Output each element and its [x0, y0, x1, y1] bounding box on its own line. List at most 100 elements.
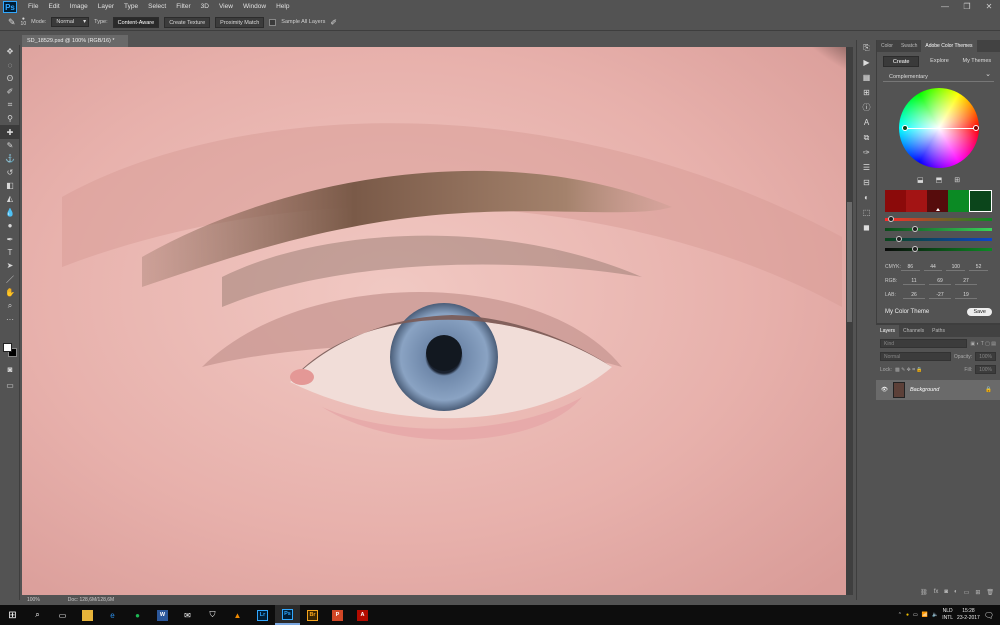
menu-help[interactable]: Help — [271, 0, 294, 14]
tab-paths[interactable]: Paths — [928, 325, 949, 337]
opacity-field[interactable]: 100% — [975, 352, 996, 361]
vertical-scrollbar[interactable] — [846, 47, 853, 595]
edit-toolbar-icon[interactable]: ··· — [0, 313, 20, 326]
adjustments-icon[interactable]: ⊞ — [857, 85, 876, 100]
menu-image[interactable]: Image — [65, 0, 93, 14]
character-icon[interactable]: A — [857, 115, 876, 130]
history-panel-icon[interactable]: ⎘ — [857, 40, 876, 55]
cmyk-y[interactable]: 100 — [946, 264, 966, 271]
image-canvas[interactable] — [22, 47, 846, 595]
lab-a[interactable]: -27 — [929, 292, 951, 299]
foreground-color-swatch[interactable] — [3, 343, 12, 352]
dodge-tool-icon[interactable]: ● — [0, 219, 20, 232]
menu-filter[interactable]: Filter — [171, 0, 195, 14]
lock-icons[interactable]: ▩ ✎ ✥ ⌗ 🔒 — [895, 367, 923, 373]
tray-show-hidden-icon[interactable]: ⌃ — [898, 612, 902, 618]
visibility-eye-icon[interactable]: 👁 — [881, 387, 888, 393]
color-slider-2[interactable] — [885, 226, 992, 232]
acrobat-icon[interactable]: A — [350, 605, 375, 625]
file-explorer-icon[interactable] — [75, 605, 100, 625]
libraries-icon[interactable]: ⊟ — [857, 175, 876, 190]
healing-brush-tool-icon[interactable]: ✚ — [0, 125, 20, 139]
measurement-icon[interactable]: ◼ — [857, 220, 876, 235]
lightroom-icon[interactable]: Lr — [250, 605, 275, 625]
type-tool-icon[interactable]: T — [0, 246, 20, 259]
minimize-button[interactable]: — — [934, 0, 956, 14]
complement-color-handle[interactable] — [973, 125, 979, 131]
color-rule-dropdown[interactable]: Complementary — [883, 70, 994, 82]
color-slider-3[interactable] — [885, 236, 992, 242]
properties-sliders-icon[interactable]: ☰ — [857, 160, 876, 175]
crop-tool-icon[interactable]: ⌗ — [0, 99, 20, 112]
fill-field[interactable]: 100% — [975, 365, 996, 374]
layer-row-background[interactable]: 👁 Background 🔒 — [876, 380, 1000, 400]
menu-layer[interactable]: Layer — [93, 0, 119, 14]
slider-knob[interactable] — [911, 246, 918, 252]
theme-swatch-4[interactable] — [948, 190, 969, 212]
content-aware-button[interactable]: Content-Aware — [112, 16, 160, 28]
new-group-icon[interactable]: ▭ — [964, 589, 970, 596]
hand-tool-icon[interactable]: ✋ — [0, 286, 20, 299]
spotify-icon[interactable]: ● — [125, 605, 150, 625]
theme-swatch-3[interactable] — [927, 190, 948, 212]
rgb-b[interactable]: 27 — [955, 278, 977, 285]
rgb-r[interactable]: 11 — [903, 278, 925, 285]
tab-layers[interactable]: Layers — [876, 325, 900, 337]
slider-knob[interactable] — [911, 226, 918, 232]
word-icon[interactable]: W — [150, 605, 175, 625]
rgb-g[interactable]: 69 — [929, 278, 951, 285]
quick-select-tool-icon[interactable]: ✐ — [0, 85, 20, 98]
brush-preset-picker[interactable]: ● 10 — [21, 17, 27, 27]
menu-view[interactable]: View — [214, 0, 238, 14]
lab-b[interactable]: 19 — [955, 292, 977, 299]
screen-mode-icon[interactable]: ▭ — [0, 379, 20, 392]
actions-play-icon[interactable]: ▶ — [857, 55, 876, 70]
adjustment-layer-icon[interactable]: ◐ — [954, 589, 958, 596]
move-tool-icon[interactable]: ✥ — [0, 45, 20, 58]
layer-name[interactable]: Background — [910, 387, 939, 393]
blur-tool-icon[interactable]: 💧 — [0, 206, 20, 219]
tray-volume-icon[interactable]: 🔈 — [932, 612, 938, 618]
subtab-explore[interactable]: Explore — [922, 56, 956, 67]
menu-type[interactable]: Type — [119, 0, 143, 14]
tray-app-icon[interactable]: ● — [906, 612, 909, 618]
base-color-handle[interactable] — [902, 125, 908, 131]
subtab-my-themes[interactable]: My Themes — [960, 56, 994, 67]
link-layers-icon[interactable]: ⛓ — [920, 589, 928, 596]
add-mask-icon[interactable]: ◙ — [944, 589, 948, 596]
spot-healing-brush-icon[interactable]: ✎ — [8, 17, 16, 28]
new-layer-icon[interactable]: ⊞ — [975, 589, 980, 596]
line-tool-icon[interactable]: ／ — [0, 273, 20, 286]
store-icon[interactable]: ⛉ — [200, 605, 225, 625]
notifications-icon[interactable]: 🗨 — [984, 611, 994, 620]
doc-info[interactable]: Doc: 128,6M/128,6M — [68, 595, 114, 605]
task-view-icon[interactable]: ▭ — [50, 605, 75, 625]
bridge-icon[interactable]: Br — [300, 605, 325, 625]
tab-channels[interactable]: Channels — [899, 325, 928, 337]
set-background-icon[interactable]: ⬒ — [936, 176, 943, 184]
clone-stamp-tool-icon[interactable]: ⚓ — [0, 152, 20, 165]
input-language[interactable]: NLD INTL — [942, 608, 953, 622]
quick-mask-icon[interactable]: ◙ — [0, 363, 20, 376]
slider-knob[interactable] — [888, 216, 895, 222]
theme-swatch-1[interactable] — [885, 190, 906, 212]
zoom-level[interactable]: 100% — [27, 595, 40, 605]
tab-adobe-color-themes[interactable]: Adobe Color Themes — [921, 40, 977, 52]
edge-browser-icon[interactable]: e — [100, 605, 125, 625]
menu-3d[interactable]: 3D — [196, 0, 214, 14]
tab-color[interactable]: Color — [877, 40, 897, 52]
theme-swatch-2[interactable] — [906, 190, 927, 212]
theme-swatch-5[interactable] — [969, 190, 992, 212]
photoshop-taskbar-icon[interactable]: Ps — [275, 605, 300, 625]
paint-bucket-tool-icon[interactable]: ◭ — [0, 192, 20, 205]
info-icon[interactable]: ⓘ — [857, 100, 876, 115]
cmyk-m[interactable]: 44 — [923, 264, 943, 271]
delete-layer-icon[interactable]: 🗑 — [986, 589, 994, 596]
layer-lock-icon[interactable]: 🔒 — [985, 387, 992, 393]
sample-all-layers-checkbox[interactable] — [269, 18, 277, 26]
mode-select[interactable]: Normal — [51, 17, 90, 27]
subtab-create[interactable]: Create — [883, 56, 920, 67]
marquee-tool-icon[interactable]: ◌ — [0, 58, 20, 71]
close-button[interactable]: ✕ — [978, 0, 1000, 14]
proximity-match-button[interactable]: Proximity Match — [215, 16, 265, 28]
